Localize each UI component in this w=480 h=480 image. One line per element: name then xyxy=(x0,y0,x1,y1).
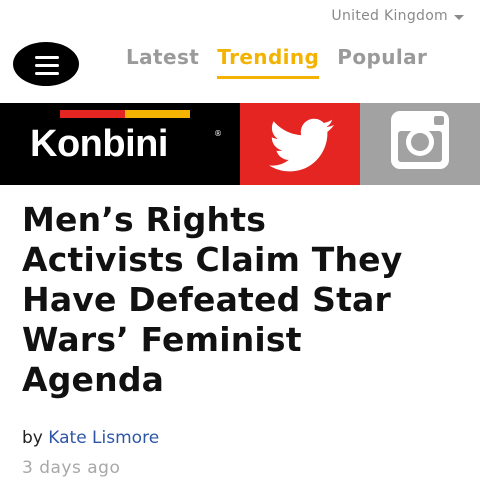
headline-line: Have Defeated Star xyxy=(22,280,392,319)
section-tabs: Latest Trending Popular xyxy=(126,45,427,79)
instagram-link[interactable] xyxy=(360,103,480,185)
article-headline[interactable]: Men’s Rights Activists Claim They Have D… xyxy=(22,200,472,400)
tab-popular[interactable]: Popular xyxy=(337,45,427,69)
brand-bar: Konbini ® xyxy=(0,103,480,185)
chevron-down-icon xyxy=(454,14,464,20)
konbini-logo[interactable]: Konbini ® xyxy=(0,103,240,185)
tab-latest[interactable]: Latest xyxy=(126,45,199,69)
instagram-icon xyxy=(391,111,449,169)
headline-line: Men’s Rights xyxy=(22,200,267,239)
region-selector[interactable]: United Kingdom xyxy=(331,8,464,24)
region-label: United Kingdom xyxy=(331,8,448,24)
author-link[interactable]: Kate Lismore xyxy=(48,428,159,448)
tab-trending[interactable]: Trending xyxy=(217,45,320,79)
publish-time: 3 days ago xyxy=(22,458,121,478)
logo-stripe xyxy=(60,103,190,118)
registered-mark: ® xyxy=(214,129,222,138)
byline: by Kate Lismore xyxy=(22,428,159,448)
headline-line: Agenda xyxy=(22,360,165,399)
twitter-icon xyxy=(269,118,334,172)
logo-wordmark: Konbini xyxy=(30,123,168,165)
twitter-link[interactable] xyxy=(240,103,360,185)
headline-line: Wars’ Feminist xyxy=(22,320,302,359)
hamburger-icon xyxy=(35,56,59,80)
byline-prefix: by xyxy=(22,428,43,448)
headline-line: Activists Claim They xyxy=(22,240,403,279)
menu-button[interactable] xyxy=(13,42,79,86)
